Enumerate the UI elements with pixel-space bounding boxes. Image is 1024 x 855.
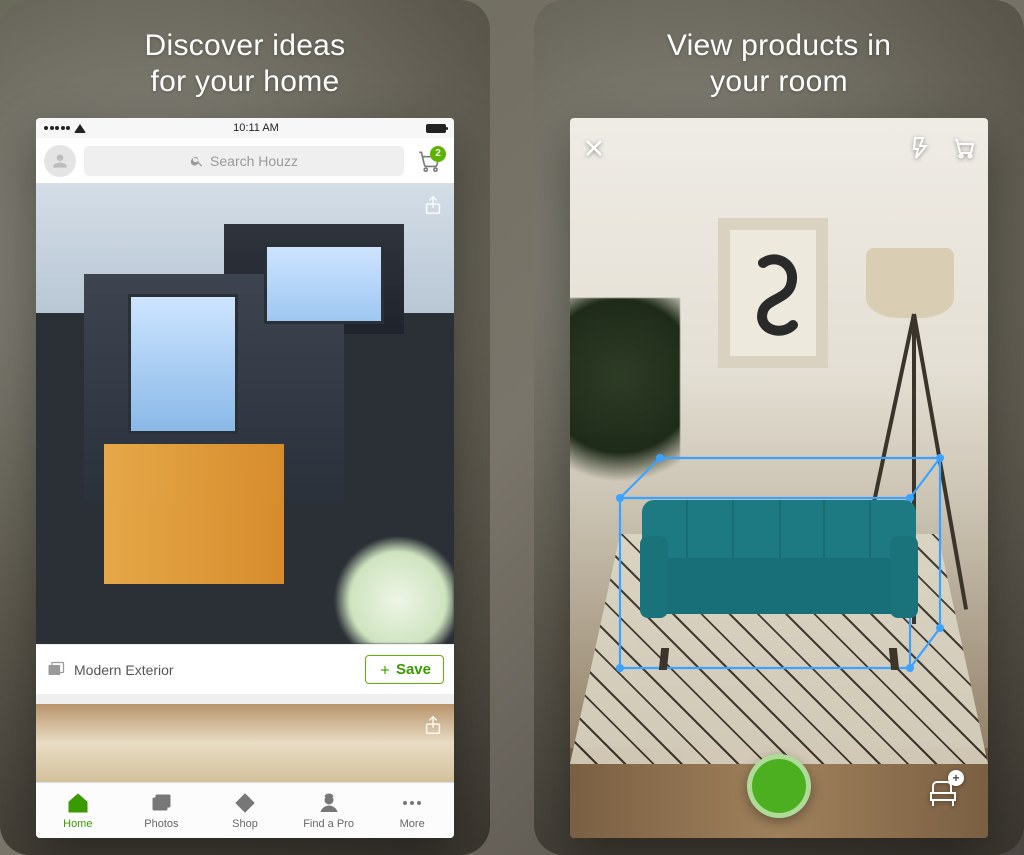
room-wall-art <box>718 218 828 368</box>
navbar: Search Houzz 2 <box>36 138 454 184</box>
panel-title-right: View products in your room <box>667 28 891 100</box>
tab-label: Shop <box>232 818 258 830</box>
close-icon[interactable] <box>582 136 606 160</box>
feed-card[interactable]: Modern Exterior Save <box>36 184 454 694</box>
tab-label: Find a Pro <box>303 818 354 830</box>
share-icon[interactable] <box>422 194 444 216</box>
title-line-1: View products in <box>667 29 891 62</box>
profile-avatar-button[interactable] <box>44 145 76 177</box>
person-icon <box>50 151 70 171</box>
wifi-icon <box>74 124 86 133</box>
search-icon <box>190 154 204 168</box>
tab-home[interactable]: Home <box>36 783 120 838</box>
title-line-1: Discover ideas <box>145 29 346 62</box>
card-caption-text: Modern Exterior <box>74 662 174 678</box>
title-line-2: your room <box>710 65 848 98</box>
flash-icon[interactable] <box>908 136 932 160</box>
tab-bar: Home Photos Shop Find a Pro More <box>36 782 454 838</box>
plus-badge-icon: + <box>948 770 964 786</box>
search-placeholder: Search Houzz <box>210 153 298 169</box>
phone-mockup: 10:11 AM Search Houzz 2 <box>36 118 454 838</box>
pro-icon <box>317 791 341 815</box>
cart-badge: 2 <box>430 146 446 162</box>
home-icon <box>66 791 90 815</box>
cart-icon[interactable] <box>952 136 976 160</box>
status-bar: 10:11 AM <box>36 118 454 138</box>
ar-product-sofa[interactable] <box>642 500 916 650</box>
title-line-2: for your home <box>151 65 340 98</box>
promo-panel-left: Discover ideas for your home 10:11 AM Se… <box>0 0 490 855</box>
tab-label: More <box>400 818 425 830</box>
cart-button[interactable]: 2 <box>412 148 446 174</box>
feed-scroll[interactable]: Modern Exterior Save <box>36 184 454 782</box>
panel-title-left: Discover ideas for your home <box>145 28 346 100</box>
share-icon[interactable] <box>422 714 444 736</box>
photos-icon <box>149 791 173 815</box>
save-label: Save <box>396 661 431 678</box>
tab-photos[interactable]: Photos <box>120 783 204 838</box>
plus-icon <box>378 663 392 677</box>
tab-more[interactable]: More <box>370 783 454 838</box>
gallery-icon <box>46 660 66 680</box>
tab-find-a-pro[interactable]: Find a Pro <box>287 783 371 838</box>
room-lamp <box>866 248 954 318</box>
add-product-button[interactable]: + <box>924 774 962 812</box>
tab-label: Photos <box>144 818 178 830</box>
tab-shop[interactable]: Shop <box>203 783 287 838</box>
card-image <box>36 184 454 644</box>
save-button[interactable]: Save <box>365 655 444 684</box>
ar-camera-view: + <box>570 118 988 838</box>
feed-card-next[interactable] <box>36 704 454 782</box>
battery-icon <box>426 124 446 133</box>
more-icon <box>403 791 421 815</box>
promo-panel-right: View products in your room <box>534 0 1024 855</box>
status-time: 10:11 AM <box>233 122 279 134</box>
capture-button[interactable] <box>747 754 811 818</box>
tab-label: Home <box>63 818 92 830</box>
card-footer: Modern Exterior Save <box>36 644 454 694</box>
search-input[interactable]: Search Houzz <box>84 146 404 176</box>
tag-icon <box>233 791 257 815</box>
signal-dots-icon <box>44 126 70 130</box>
